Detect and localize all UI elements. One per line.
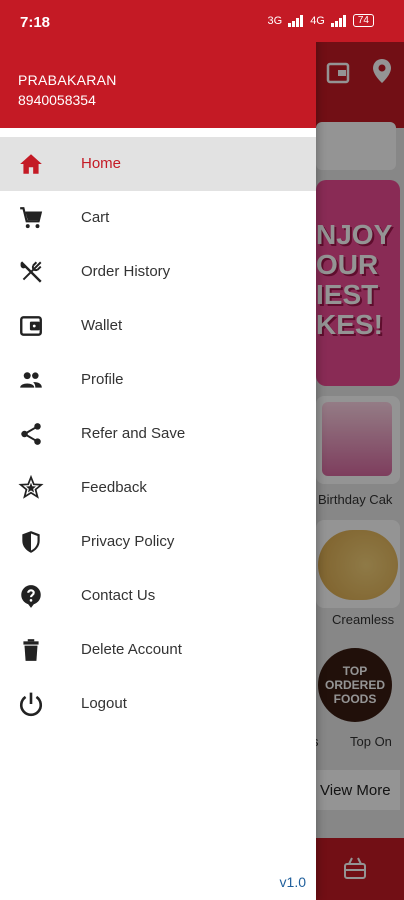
battery-indicator: 74 [352, 14, 374, 27]
feedback-star-icon [18, 475, 44, 499]
app-version: v1.0 [279, 874, 306, 890]
status-time: 7:18 [20, 14, 51, 31]
help-icon [21, 585, 41, 608]
wallet-icon [20, 316, 42, 336]
menu-item-logout[interactable]: Logout [0, 677, 316, 731]
people-icon [20, 372, 42, 388]
menu-item-label: Contact Us [81, 587, 156, 604]
user-name: PRABAKARAN [18, 72, 117, 88]
network-label: 3G [267, 14, 283, 27]
menu-item-label: Profile [81, 371, 124, 388]
menu-item-label: Wallet [81, 317, 123, 334]
share-icon [21, 423, 41, 445]
user-phone: 8940058354 [18, 92, 96, 108]
drawer-header: PRABAKARAN 8940058354 [0, 42, 316, 128]
menu-item-feedback[interactable]: Feedback [0, 461, 316, 515]
cart-icon [20, 207, 43, 229]
menu-item-label: Refer and Save [81, 425, 186, 442]
menu-item-refer-and-save[interactable]: Refer and Save [0, 407, 316, 461]
menu-item-label: Logout [81, 695, 127, 712]
signal-icon [288, 14, 304, 27]
menu-item-contact-us[interactable]: Contact Us [0, 569, 316, 623]
signal-icon [330, 14, 346, 27]
home-icon [20, 154, 42, 174]
status-bar: 7:18 3G 4G 74 [0, 0, 404, 42]
menu-item-label: Home [81, 155, 122, 172]
drawer-menu: Home Cart Order History Wallet Profile R… [0, 137, 316, 731]
menu-item-profile[interactable]: Profile [0, 353, 316, 407]
network-label-2: 4G [310, 14, 325, 27]
menu-item-privacy-policy[interactable]: Privacy Policy [0, 515, 316, 569]
shield-icon [22, 531, 40, 553]
menu-item-label: Delete Account [81, 641, 182, 658]
menu-item-wallet[interactable]: Wallet [0, 299, 316, 353]
fork-knife-icon [20, 261, 42, 283]
menu-item-delete-account[interactable]: Delete Account [0, 623, 316, 677]
menu-item-order-history[interactable]: Order History [0, 245, 316, 299]
menu-item-home[interactable]: Home [0, 137, 316, 191]
menu-item-label: Cart [81, 209, 110, 226]
power-icon [19, 692, 43, 717]
menu-item-label: Feedback [81, 479, 147, 496]
menu-item-label: Order History [81, 263, 171, 280]
menu-item-cart[interactable]: Cart [0, 191, 316, 245]
navigation-drawer: PRABAKARAN 8940058354 Home Cart Order Hi… [0, 0, 316, 900]
menu-item-label: Privacy Policy [81, 533, 175, 550]
trash-icon [23, 639, 39, 661]
status-icons: 3G 4G 74 [267, 14, 374, 27]
